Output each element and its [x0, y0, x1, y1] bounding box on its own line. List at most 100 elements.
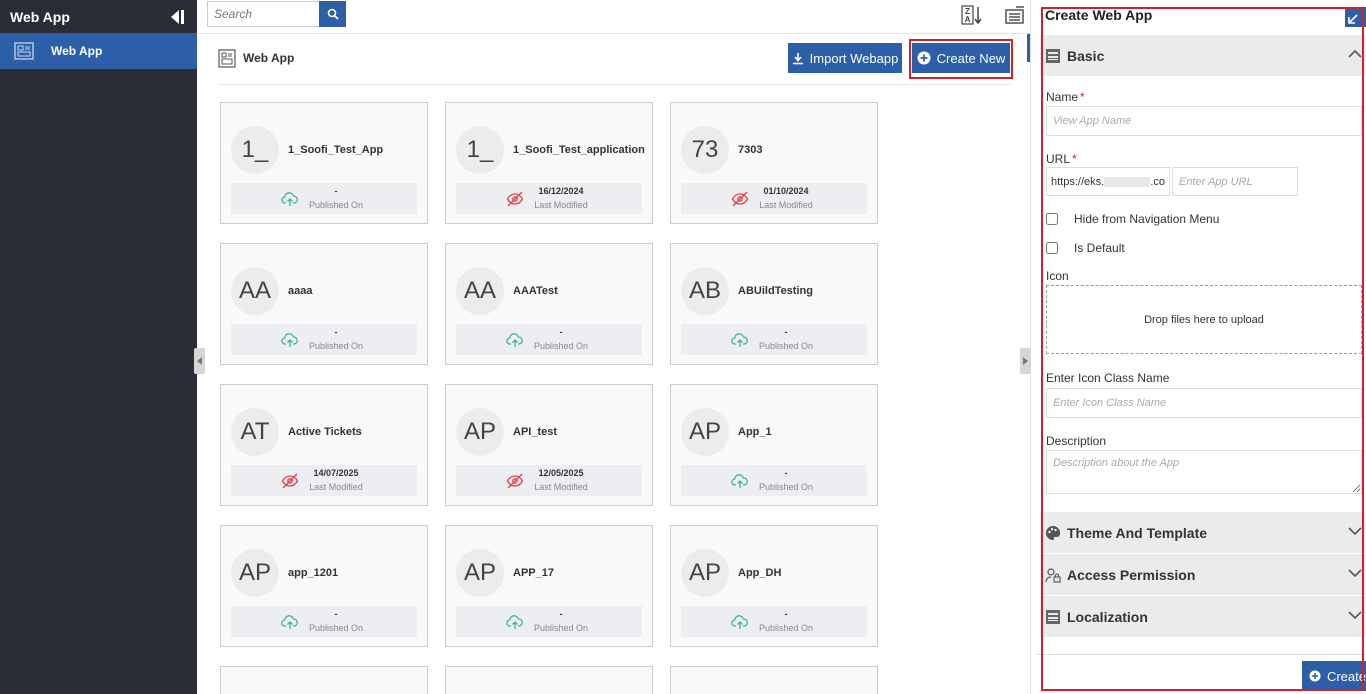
create-new-label: Create New	[936, 50, 1006, 66]
app-status: Last Modified	[759, 200, 813, 210]
app-status: Published On	[533, 623, 589, 633]
app-status-bar: - Published On	[681, 465, 867, 496]
app-card[interactable]: AP API_test 12/05/2025 Last Modified	[445, 384, 653, 506]
app-card[interactable]: AP App_1 - Published On	[670, 384, 878, 506]
is-default-checkbox[interactable]	[1046, 242, 1058, 254]
icon-class-label: Enter Icon Class Name	[1046, 371, 1170, 385]
app-grid: 1_ 1_Soofi_Test_App - Published On 1_ 1_Soof…	[220, 102, 878, 694]
icon-class-input[interactable]	[1046, 388, 1362, 418]
form-icon	[1046, 48, 1060, 63]
app-status: Published On	[308, 200, 364, 210]
collapse-right-handle[interactable]	[1020, 348, 1031, 374]
app-name: app_1201	[288, 566, 339, 579]
collapse-left-handle[interactable]	[194, 348, 205, 374]
section-access[interactable]: Access Permission	[1040, 554, 1366, 595]
sidebar-item-label: Web App	[51, 44, 103, 58]
plus-circle-icon	[1309, 670, 1321, 682]
app-avatar: AA	[456, 267, 504, 315]
app-url-input[interactable]	[1172, 167, 1298, 196]
section-theme[interactable]: Theme And Template	[1040, 512, 1366, 553]
app-name: 1_Soofi_Test_App	[288, 143, 384, 156]
url-prefix-end: .co	[1150, 175, 1165, 188]
form-icon	[1046, 609, 1060, 624]
app-date: 16/12/2024	[538, 186, 584, 196]
app-status-bar: 16/12/2024 Last Modified	[456, 183, 642, 214]
hide-nav-checkbox-row[interactable]: Hide from Navigation Menu	[1046, 212, 1219, 226]
sort-az-icon[interactable]: Z A	[961, 5, 983, 25]
app-date: -	[559, 327, 563, 337]
description-textarea[interactable]	[1046, 450, 1362, 494]
section-localization[interactable]: Localization	[1040, 596, 1366, 637]
app-status: Published On	[758, 623, 814, 633]
section-basic[interactable]: Basic	[1040, 35, 1366, 76]
required-marker: *	[1072, 152, 1077, 166]
app-status: Last Modified	[534, 200, 588, 210]
panel-title: Create Web App	[1045, 7, 1153, 23]
list-view-icon[interactable]	[1004, 6, 1026, 26]
app-avatar: AP	[681, 549, 729, 597]
app-name: aaaa	[288, 284, 313, 297]
app-name-input[interactable]	[1046, 106, 1362, 136]
app-card[interactable]: AB ABUildTesting - Published On	[670, 243, 878, 365]
app-avatar: 1_	[456, 126, 504, 174]
app-date: 01/10/2024	[763, 186, 809, 196]
app-date: -	[784, 468, 788, 478]
collapse-panel-button[interactable]	[1345, 7, 1366, 27]
app-date: -	[334, 327, 338, 337]
app-card[interactable]: 1_ 1_Soofi_Test_App - Published On	[220, 102, 428, 224]
create-button[interactable]: Create	[1302, 661, 1366, 691]
app-name: 7303	[738, 143, 763, 156]
app-date: -	[559, 609, 563, 619]
app-status-bar: - Published On	[456, 606, 642, 637]
app-status: Published On	[533, 341, 589, 351]
app-date: 14/07/2025	[313, 468, 359, 478]
is-default-checkbox-row[interactable]: Is Default	[1046, 241, 1125, 255]
create-new-button[interactable]: Create New	[912, 43, 1010, 73]
app-card[interactable]: AP app_1201 - Published On	[220, 525, 428, 647]
app-date: -	[334, 609, 338, 619]
web-app-icon	[218, 49, 236, 68]
app-status-bar: - Published On	[681, 606, 867, 637]
sidebar: Web App Web App	[0, 0, 197, 694]
app-card[interactable]: AT Active Tickets 14/07/2025 Last Modified	[220, 384, 428, 506]
app-card[interactable]: AA AAATest - Published On	[445, 243, 653, 365]
url-prefix-start: https://eks.	[1051, 175, 1105, 188]
app-card[interactable]	[445, 666, 653, 694]
app-card[interactable]	[670, 666, 878, 694]
required-marker: *	[1080, 90, 1085, 104]
description-label: Description	[1046, 434, 1107, 448]
app-status: Published On	[308, 623, 364, 633]
section-theme-label: Theme And Template	[1067, 524, 1208, 541]
app-card[interactable]: AA aaaa - Published On	[220, 243, 428, 365]
app-card[interactable]: AP App_DH - Published On	[670, 525, 878, 647]
hide-nav-checkbox[interactable]	[1046, 213, 1058, 225]
app-card[interactable]	[220, 666, 428, 694]
search-button[interactable]	[319, 1, 346, 27]
chevron-down-icon	[1348, 569, 1362, 578]
app-status-bar: - Published On	[231, 606, 417, 637]
app-name: ABUildTesting	[738, 284, 813, 297]
chevron-down-icon	[1348, 527, 1362, 536]
user-lock-icon	[1045, 567, 1061, 583]
icon-dropzone[interactable]: Drop files here to upload	[1046, 285, 1362, 354]
icon-label: Icon	[1046, 269, 1069, 283]
app-date: -	[334, 186, 338, 196]
masked-text	[1104, 176, 1151, 187]
app-card[interactable]: 73 7303 01/10/2024 Last Modified	[670, 102, 878, 224]
app-name: API_test	[513, 425, 558, 438]
search-input[interactable]	[207, 1, 319, 27]
app-avatar: AT	[231, 408, 279, 456]
collapse-sidebar-icon[interactable]	[171, 9, 185, 25]
app-card[interactable]: 1_ 1_Soofi_Test_application 16/12/2024 Last…	[445, 102, 653, 224]
web-app-icon	[14, 42, 34, 60]
app-status: Published On	[758, 482, 814, 492]
app-status-bar: 12/05/2025 Last Modified	[456, 465, 642, 496]
svg-text:A: A	[965, 15, 971, 24]
app-avatar: AP	[456, 549, 504, 597]
sidebar-item-web-app[interactable]: Web App	[0, 33, 197, 69]
app-card[interactable]: AP APP_17 - Published On	[445, 525, 653, 647]
app-status-bar: 14/07/2025 Last Modified	[231, 465, 417, 496]
hide-nav-label: Hide from Navigation Menu	[1074, 212, 1220, 226]
import-webapp-button[interactable]: Import Webapp	[788, 43, 902, 73]
app-status-bar: - Published On	[456, 324, 642, 355]
